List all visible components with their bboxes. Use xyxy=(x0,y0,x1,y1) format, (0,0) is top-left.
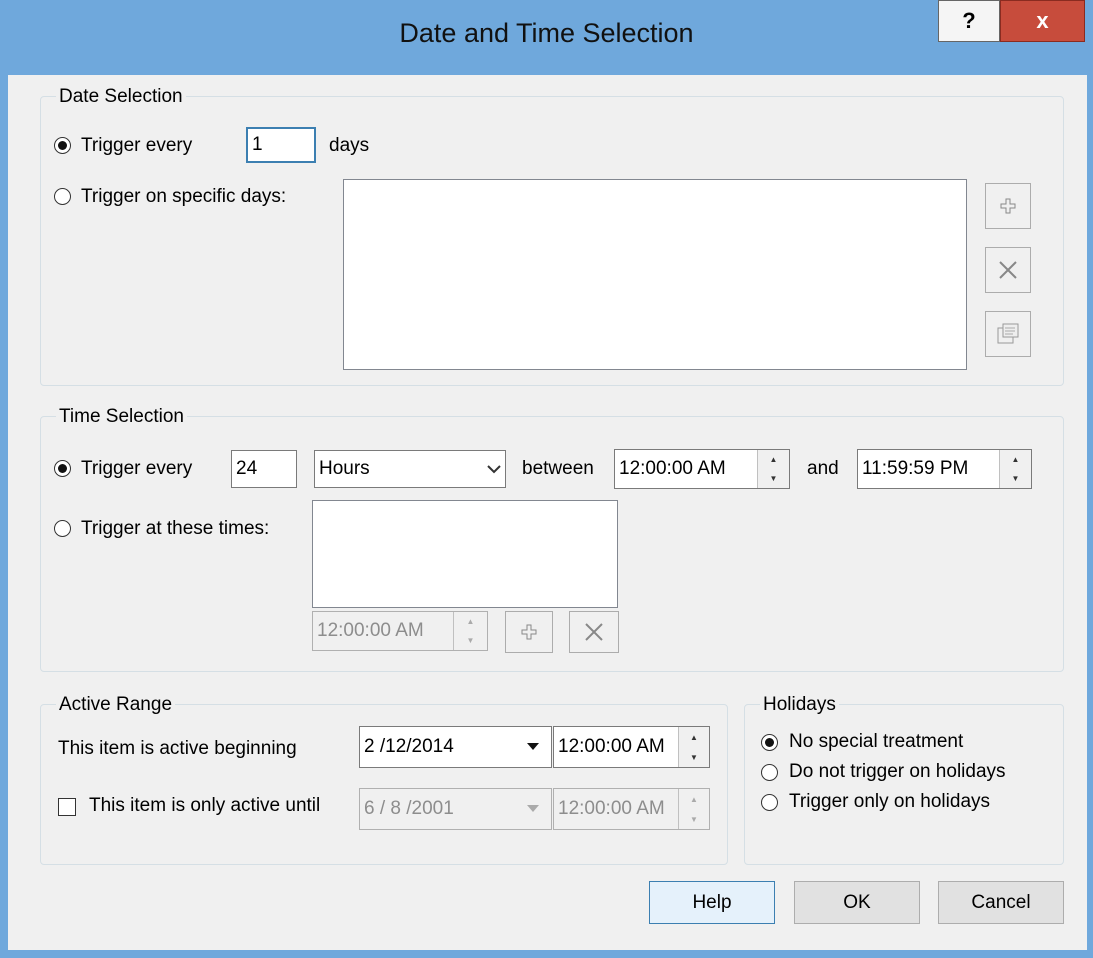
active-until-label: This item is only active until xyxy=(89,795,321,816)
window-title: Date and Time Selection xyxy=(399,18,694,48)
holiday-only-radio[interactable] xyxy=(761,794,778,811)
holiday-only-label: Trigger only on holidays xyxy=(789,791,991,812)
date-specific-days-radio[interactable] xyxy=(54,188,71,205)
plus-icon xyxy=(1000,198,1016,214)
holidays-group xyxy=(744,704,1064,865)
date-specific-days-label: Trigger on specific days: xyxy=(81,186,287,207)
holiday-do-not-trigger-radio[interactable] xyxy=(761,764,778,781)
radio-dot xyxy=(58,141,67,150)
properties-icon xyxy=(997,323,1019,344)
x-icon xyxy=(999,261,1017,279)
between-label: between xyxy=(522,458,594,479)
holiday-no-special-radio[interactable] xyxy=(761,734,778,751)
cancel-button[interactable]: Cancel xyxy=(938,881,1064,924)
days-interval-input[interactable]: 1 xyxy=(246,127,316,163)
time-trigger-every-radio[interactable] xyxy=(54,460,71,477)
holiday-do-not-trigger-label: Do not trigger on holidays xyxy=(789,761,1006,782)
time-entry-value: 12:00:00 AM xyxy=(317,620,424,641)
trigger-times-list[interactable] xyxy=(312,500,618,608)
radio-dot xyxy=(58,464,67,473)
chevron-down-icon xyxy=(526,805,539,812)
delete-time-button[interactable] xyxy=(569,611,619,653)
spin-up-icon[interactable]: ▲ xyxy=(1000,450,1031,469)
until-date-dropdown-arrow[interactable] xyxy=(514,789,551,829)
date-trigger-every-label: Trigger every xyxy=(81,135,193,156)
time-interval-value: 24 xyxy=(236,458,258,479)
context-help-button[interactable]: ? xyxy=(938,0,1000,42)
holidays-legend: Holidays xyxy=(760,694,839,716)
spin-down-icon[interactable]: ▼ xyxy=(679,809,709,829)
chevron-down-icon xyxy=(487,465,501,474)
holiday-no-special-label: No special treatment xyxy=(789,731,964,752)
spin-up-icon[interactable]: ▲ xyxy=(454,612,487,631)
time-at-these-times-radio[interactable] xyxy=(54,520,71,537)
time-entry-spinner[interactable]: ▲ ▼ xyxy=(453,612,487,650)
begin-date-value: 2 /12/2014 xyxy=(364,736,454,757)
spin-up-icon[interactable]: ▲ xyxy=(758,450,789,469)
until-time-value: 12:00:00 AM xyxy=(558,798,665,819)
time-unit-dropdown[interactable]: Hours xyxy=(314,450,506,488)
dialog-client-area: Date Selection Trigger every 1 days Trig… xyxy=(8,75,1087,950)
spin-down-icon[interactable]: ▼ xyxy=(679,747,709,767)
time-unit-value: Hours xyxy=(319,458,370,479)
time-interval-input[interactable]: 24 xyxy=(231,450,297,488)
begin-time-spinner[interactable]: ▲ ▼ xyxy=(678,727,709,767)
start-time-spinner[interactable]: ▲ ▼ xyxy=(757,450,789,488)
chevron-down-icon xyxy=(526,743,539,750)
begin-time-value: 12:00:00 AM xyxy=(558,736,665,757)
close-button[interactable]: x xyxy=(1000,0,1085,42)
spin-down-icon[interactable]: ▼ xyxy=(454,631,487,650)
and-label: and xyxy=(807,458,839,479)
active-until-checkbox[interactable] xyxy=(58,798,76,816)
time-selection-legend: Time Selection xyxy=(56,406,187,428)
until-time-spinner[interactable]: ▲ ▼ xyxy=(678,789,709,829)
start-time-value: 12:00:00 AM xyxy=(619,458,726,479)
date-trigger-every-radio[interactable] xyxy=(54,137,71,154)
day-properties-button[interactable] xyxy=(985,311,1031,357)
until-date-value: 6 / 8 /2001 xyxy=(364,798,454,819)
help-button[interactable]: Help xyxy=(649,881,775,924)
x-icon xyxy=(585,623,603,641)
active-beginning-label: This item is active beginning xyxy=(58,738,297,759)
plus-icon xyxy=(521,624,537,640)
end-time-spinner[interactable]: ▲ ▼ xyxy=(999,450,1031,488)
add-day-button[interactable] xyxy=(985,183,1031,229)
dialog-window: Date and Time Selection ? x Date Selecti… xyxy=(0,0,1093,958)
time-at-these-times-label: Trigger at these times: xyxy=(81,518,270,539)
date-selection-legend: Date Selection xyxy=(56,86,186,108)
specific-days-list[interactable] xyxy=(343,179,967,370)
active-range-legend: Active Range xyxy=(56,694,176,716)
ok-button[interactable]: OK xyxy=(794,881,920,924)
days-interval-value: 1 xyxy=(252,134,263,155)
begin-date-dropdown-arrow[interactable] xyxy=(514,727,551,767)
spin-down-icon[interactable]: ▼ xyxy=(758,469,789,488)
add-time-button[interactable] xyxy=(505,611,553,653)
time-trigger-every-label: Trigger every xyxy=(81,458,193,479)
radio-dot xyxy=(765,738,774,747)
days-label: days xyxy=(329,135,370,156)
delete-day-button[interactable] xyxy=(985,247,1031,293)
spin-down-icon[interactable]: ▼ xyxy=(1000,469,1031,488)
spin-up-icon[interactable]: ▲ xyxy=(679,727,709,747)
end-time-value: 11:59:59 PM xyxy=(862,458,969,479)
spin-up-icon[interactable]: ▲ xyxy=(679,789,709,809)
